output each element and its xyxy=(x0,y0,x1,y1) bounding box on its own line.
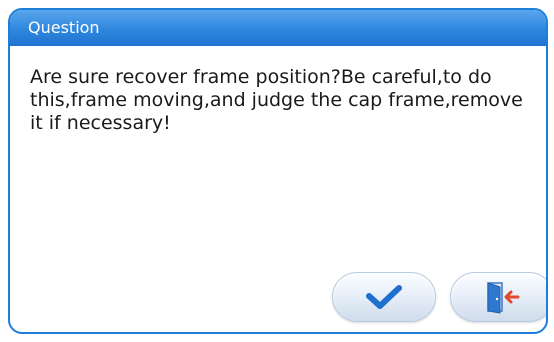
checkmark-icon xyxy=(364,283,404,311)
title-bar: Question xyxy=(10,10,546,46)
exit-door-icon xyxy=(482,280,522,314)
dialog-title: Question xyxy=(28,18,100,37)
dialog-message: Are sure recover frame position?Be caref… xyxy=(30,66,523,134)
question-dialog: Question Are sure recover frame position… xyxy=(8,8,548,334)
exit-button[interactable] xyxy=(450,272,546,322)
confirm-button[interactable] xyxy=(332,272,436,322)
